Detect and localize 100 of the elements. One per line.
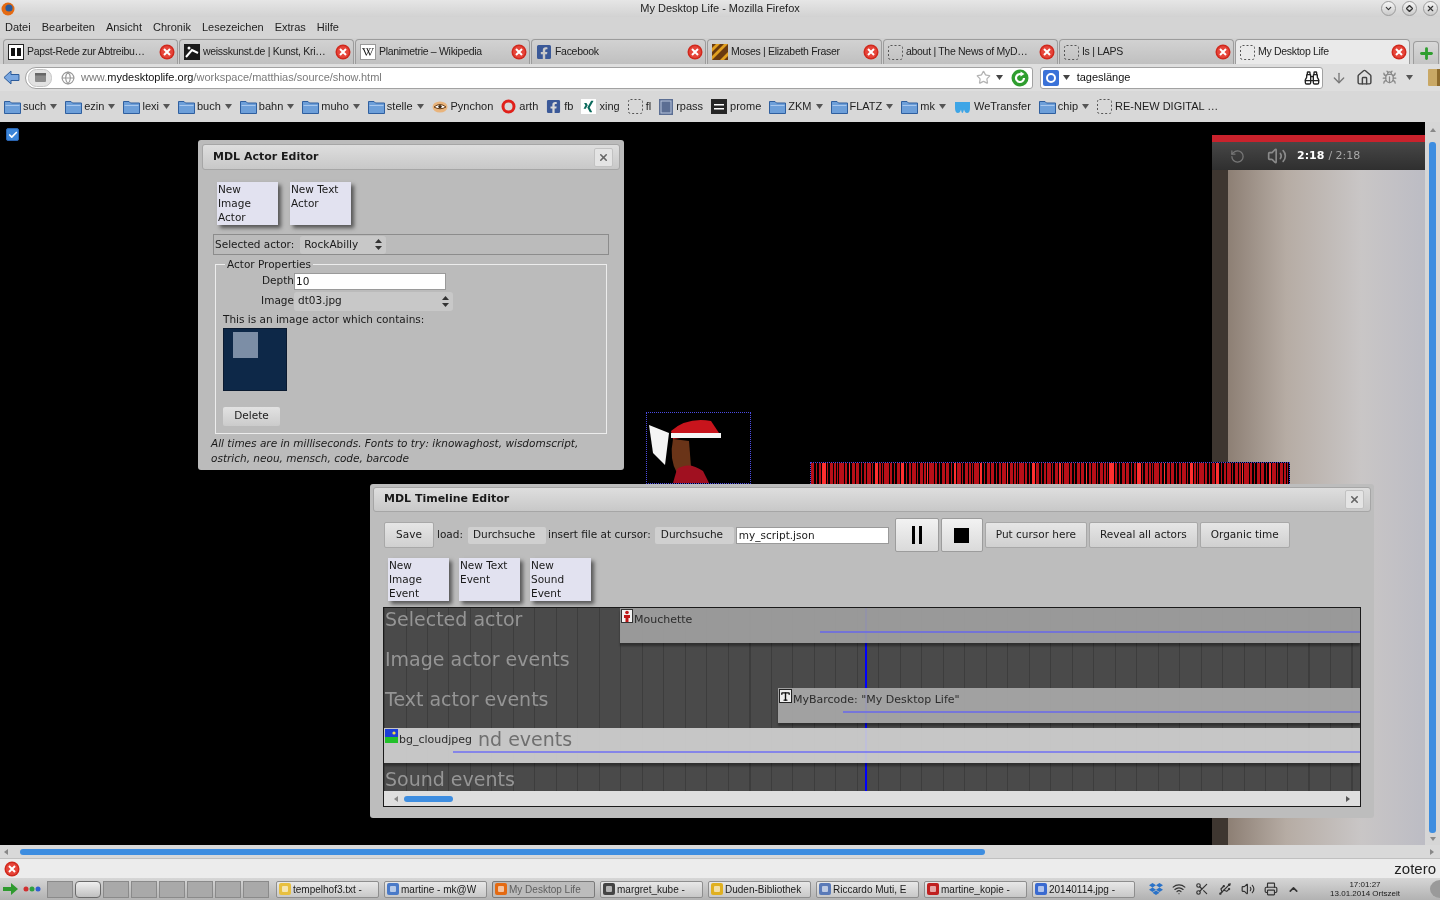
scissors-icon[interactable] (1195, 882, 1209, 896)
reload-icon[interactable] (1010, 68, 1029, 87)
image-select[interactable]: dt03.jpg (294, 291, 453, 311)
browser-tab[interactable]: Moses | Elizabeth Fraser (707, 39, 882, 64)
replay-icon[interactable] (1230, 148, 1245, 164)
task-button[interactable]: martine - mk@W (384, 880, 487, 898)
desktop-pager-item[interactable] (215, 880, 241, 898)
caret-right-icon[interactable] (1430, 848, 1434, 855)
menu-item[interactable]: Lesezeichen (201, 19, 264, 36)
menu-item[interactable]: Datei (5, 19, 31, 36)
browser-tab[interactable]: Papst-Rede zur Abtreibu… (3, 39, 178, 64)
close-icon[interactable] (687, 44, 703, 60)
menu-item[interactable]: Hilfe (316, 19, 339, 36)
desktop-pager-item[interactable] (187, 880, 213, 898)
close-icon[interactable] (1039, 44, 1055, 60)
stop-button[interactable] (940, 518, 983, 552)
volume-icon[interactable] (1241, 882, 1255, 896)
browser-tab[interactable]: My Desktop Life (1235, 39, 1410, 64)
network-icon[interactable] (1172, 882, 1186, 896)
desktop-pager-item[interactable] (243, 880, 269, 898)
bookmark-link[interactable]: arth (501, 98, 539, 115)
bookmark-link[interactable]: prome (711, 98, 762, 115)
scroll-thumb[interactable] (1429, 142, 1436, 833)
file-name-input[interactable]: my_script.json (735, 526, 889, 544)
desktop-pager-item[interactable] (159, 880, 185, 898)
desktop-pager-item[interactable] (103, 880, 129, 898)
close-icon[interactable] (1391, 44, 1407, 60)
home-icon[interactable] (1356, 69, 1373, 86)
bookmark-folder[interactable]: chip (1038, 98, 1089, 115)
pause-button[interactable] (894, 518, 939, 552)
bookmark-link[interactable]: RE-NEW DIGITAL … (1097, 98, 1219, 115)
dropbox-icon[interactable] (1149, 882, 1163, 896)
task-button[interactable]: martine_kopie - (924, 880, 1027, 898)
caret-right-icon[interactable] (1346, 795, 1350, 802)
task-button[interactable]: My Desktop Life (492, 880, 595, 898)
close-icon[interactable] (335, 44, 351, 60)
bug-icon[interactable] (1382, 70, 1397, 85)
bookmark-folder[interactable]: ezin (65, 98, 116, 115)
close-icon[interactable] (159, 44, 175, 60)
task-button[interactable]: margret_kube - (600, 880, 703, 898)
depth-input[interactable]: 10 (294, 272, 446, 290)
delete-button[interactable]: Delete (223, 406, 280, 426)
close-icon[interactable] (1215, 44, 1231, 60)
bookmark-link[interactable]: rpass (659, 98, 704, 115)
browser-tab[interactable]: Facebook (531, 39, 706, 64)
action-button[interactable]: Put cursor here (984, 522, 1087, 548)
speaker-icon[interactable] (1267, 146, 1287, 166)
bookmark-link[interactable]: xing (581, 98, 620, 115)
usb-icon[interactable] (1218, 882, 1232, 896)
browse-button[interactable]: Durchsuche (654, 526, 734, 544)
close-icon[interactable] (4, 860, 20, 877)
task-button[interactable]: Duden-Bibliothek (708, 880, 811, 898)
back-icon[interactable] (3, 70, 20, 85)
desktop-pager-item[interactable] (75, 880, 101, 898)
new-event-button[interactable]: New Sound Event (530, 558, 591, 601)
caret-up-icon[interactable] (1429, 128, 1436, 132)
bookmark-folder[interactable]: muho (302, 98, 360, 115)
desktop-pager-item[interactable] (47, 880, 73, 898)
menu-item[interactable]: Ansicht (105, 19, 142, 36)
minimize-button[interactable] (1381, 1, 1396, 16)
close-button[interactable] (1423, 1, 1438, 16)
bookmark-link[interactable]: fb (546, 98, 574, 115)
browser-tab[interactable]: about | The News of MyD… (883, 39, 1058, 64)
browser-tab[interactable]: Planimetrie – Wikipedia (355, 39, 530, 64)
browse-button[interactable]: Durchsuche (468, 526, 546, 544)
binoculars-icon[interactable] (1304, 69, 1320, 86)
task-button[interactable]: tempelhof3.txt - (276, 880, 379, 898)
star-icon[interactable] (975, 70, 991, 85)
desktop-pager-item[interactable] (131, 880, 157, 898)
search-field[interactable]: tageslänge (1039, 66, 1323, 89)
menu-item[interactable]: Extras (274, 19, 306, 36)
bookmark-folder[interactable]: FLATZ (830, 98, 894, 115)
caret-left-icon[interactable] (394, 795, 398, 802)
bookmark-folder[interactable]: lexi (123, 98, 170, 115)
scroll-thumb[interactable] (404, 795, 453, 802)
url-field[interactable]: www.mydesktoplife.org/workspace/matthias/source/show.html (24, 66, 1033, 89)
dots-icon[interactable] (23, 886, 41, 892)
printer-icon[interactable] (1264, 882, 1278, 896)
new-actor-button[interactable]: New Image Actor (217, 182, 278, 225)
bookmark-link[interactable]: fl (627, 98, 652, 115)
site-info-icon[interactable] (27, 68, 52, 87)
close-icon[interactable] (863, 44, 879, 60)
new-actor-button[interactable]: New Text Actor (290, 182, 351, 225)
new-event-button[interactable]: New Text Event (459, 558, 520, 601)
bookmark-folder[interactable]: buch (177, 98, 232, 115)
clock-time[interactable]: 17:01:27 (1349, 880, 1381, 889)
menu-item[interactable]: Bearbeiten (41, 19, 95, 36)
browser-tab[interactable]: weisskunst.de | Kunst, Kri… (179, 39, 354, 64)
caret-down-icon[interactable] (1429, 837, 1436, 841)
maximize-button[interactable] (1402, 1, 1417, 16)
scroll-thumb[interactable] (20, 848, 985, 855)
bookmark-link[interactable]: Pynchon (431, 98, 494, 115)
actor-select[interactable]: RockAbilly (300, 235, 387, 254)
menu-item[interactable]: Chronik (153, 19, 191, 36)
task-button[interactable]: 20140114.jpg - (1032, 880, 1135, 898)
save-button[interactable]: Save (384, 522, 434, 548)
task-button[interactable]: Riccardo Muti, E (816, 880, 919, 898)
timeline-event[interactable]: Mouchette (620, 608, 1360, 643)
arrow-icon[interactable] (3, 883, 18, 895)
browser-tab[interactable]: Is | LAPS (1059, 39, 1234, 64)
